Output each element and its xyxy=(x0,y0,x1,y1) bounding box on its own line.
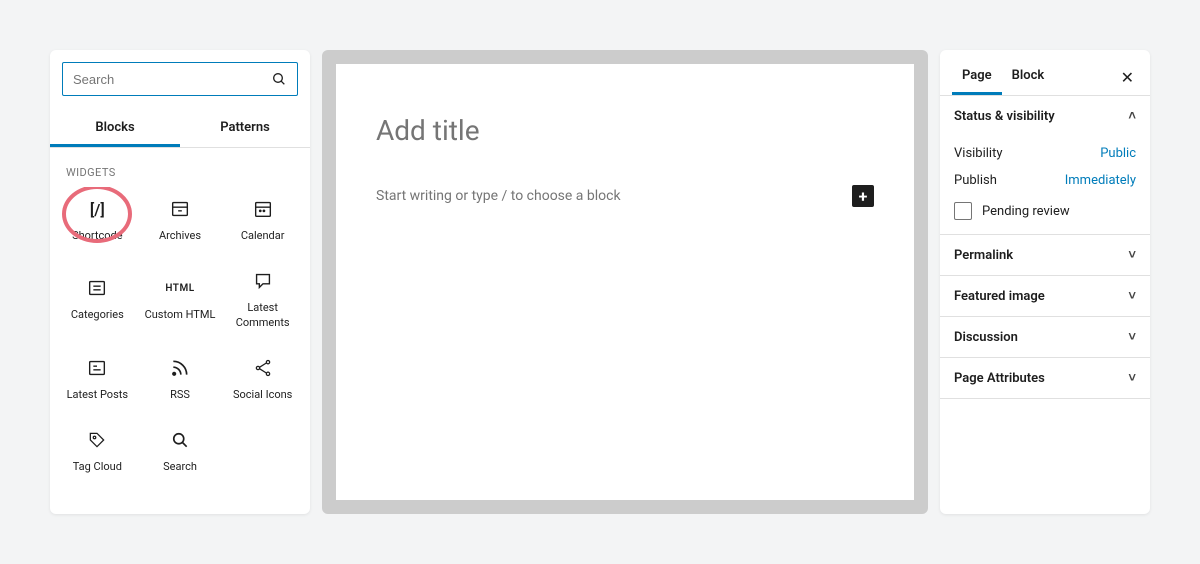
section-title: Discussion xyxy=(954,330,1018,345)
block-item-archives[interactable]: Archives xyxy=(139,187,222,253)
block-item-custom-html[interactable]: HTML Custom HTML xyxy=(139,259,222,340)
visibility-label: Visibility xyxy=(954,146,1003,161)
visibility-value[interactable]: Public xyxy=(1100,146,1136,161)
accordion-toggle[interactable]: Permalink ˅ xyxy=(940,235,1150,275)
accordion-toggle[interactable]: Discussion ˅ xyxy=(940,317,1150,357)
chevron-up-icon: ˄ xyxy=(1128,108,1136,124)
publish-label: Publish xyxy=(954,173,997,188)
tab-page[interactable]: Page xyxy=(952,60,1002,95)
shortcode-icon: [/] xyxy=(90,197,105,221)
custom-html-icon: HTML xyxy=(165,276,194,300)
tab-blocks[interactable]: Blocks xyxy=(50,108,180,147)
tag-cloud-icon xyxy=(87,428,107,452)
block-inserter-panel: Blocks Patterns WIDGETS [/] Shortcode Arch… xyxy=(50,50,310,514)
search-icon xyxy=(170,428,190,452)
inserter-tabs: Blocks Patterns xyxy=(50,108,310,148)
archives-icon xyxy=(169,197,191,221)
section-page-attributes: Page Attributes ˅ xyxy=(940,358,1150,399)
social-icon xyxy=(253,356,273,380)
chevron-down-icon: ˅ xyxy=(1128,370,1136,386)
chevron-down-icon: ˅ xyxy=(1128,247,1136,263)
block-label: Social Icons xyxy=(233,388,292,402)
latest-posts-icon xyxy=(86,356,108,380)
publish-value[interactable]: Immediately xyxy=(1065,173,1136,188)
pending-review-checkbox[interactable] xyxy=(954,202,972,220)
block-label: Archives xyxy=(159,229,201,243)
settings-panel: Page Block ✕ Status & visibility ˄ Visib… xyxy=(940,50,1150,514)
chevron-down-icon: ˅ xyxy=(1128,288,1136,304)
accordion-toggle[interactable]: Page Attributes ˅ xyxy=(940,358,1150,398)
block-label: Latest Posts xyxy=(67,388,128,402)
chevron-down-icon: ˅ xyxy=(1128,329,1136,345)
block-label: Custom HTML xyxy=(145,308,216,322)
search-field[interactable] xyxy=(62,62,298,96)
block-label: Shortcode xyxy=(72,229,123,243)
block-item-latest-posts[interactable]: Latest Posts xyxy=(56,346,139,412)
editor-canvas-frame: Add title Start writing or type / to cho… xyxy=(322,50,928,514)
block-item-tag-cloud[interactable]: Tag Cloud xyxy=(56,418,139,484)
section-title: Featured image xyxy=(954,289,1045,304)
tab-block[interactable]: Block xyxy=(1002,60,1055,95)
accordion-toggle-status[interactable]: Status & visibility ˄ xyxy=(940,96,1150,136)
close-icon[interactable]: ✕ xyxy=(1117,64,1138,91)
block-item-shortcode[interactable]: [/] Shortcode xyxy=(56,187,139,253)
calendar-icon xyxy=(252,197,274,221)
section-status-visibility: Status & visibility ˄ Visibility Public … xyxy=(940,96,1150,235)
block-label: Calendar xyxy=(241,229,285,243)
section-title: Permalink xyxy=(954,248,1013,263)
settings-tabs: Page Block ✕ xyxy=(940,50,1150,95)
latest-comments-icon xyxy=(252,269,274,293)
section-discussion: Discussion ˅ xyxy=(940,317,1150,358)
add-block-button[interactable]: + xyxy=(852,185,874,207)
block-item-search[interactable]: Search xyxy=(139,418,222,484)
accordion-toggle[interactable]: Featured image ˅ xyxy=(940,276,1150,316)
block-item-categories[interactable]: Categories xyxy=(56,259,139,340)
block-label: Latest Comments xyxy=(225,301,300,330)
search-input[interactable] xyxy=(73,72,271,87)
section-featured-image: Featured image ˅ xyxy=(940,276,1150,317)
block-item-social[interactable]: Social Icons xyxy=(221,346,304,412)
body-placeholder[interactable]: Start writing or type / to choose a bloc… xyxy=(376,188,621,204)
block-label: Categories xyxy=(71,308,124,322)
block-label: Tag Cloud xyxy=(73,460,122,474)
section-title: Page Attributes xyxy=(954,371,1045,386)
pending-review-label: Pending review xyxy=(982,204,1070,219)
section-permalink: Permalink ˅ xyxy=(940,235,1150,276)
title-input[interactable]: Add title xyxy=(376,114,874,147)
block-label: RSS xyxy=(170,388,190,402)
block-grid: [/] Shortcode Archives Calendar Categories HT… xyxy=(50,187,310,496)
block-label: Search xyxy=(163,460,197,474)
block-item-latest-comments[interactable]: Latest Comments xyxy=(221,259,304,340)
section-label-widgets: WIDGETS xyxy=(50,148,310,187)
editor-canvas: Add title Start writing or type / to cho… xyxy=(336,64,914,500)
categories-icon xyxy=(86,276,108,300)
tab-patterns[interactable]: Patterns xyxy=(180,108,310,147)
block-item-calendar[interactable]: Calendar xyxy=(221,187,304,253)
section-title: Status & visibility xyxy=(954,109,1055,124)
rss-icon xyxy=(170,356,190,380)
block-item-rss[interactable]: RSS xyxy=(139,346,222,412)
search-icon xyxy=(271,71,287,87)
